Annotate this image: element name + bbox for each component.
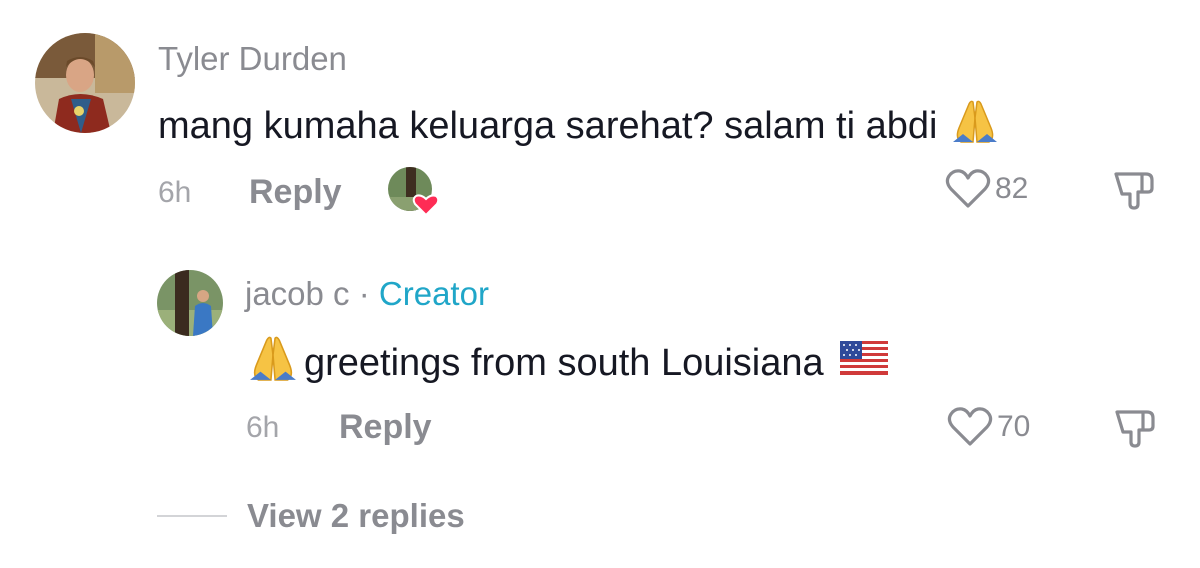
reply-like-count: 70 bbox=[997, 410, 1031, 443]
us-flag-emoji-icon bbox=[839, 341, 888, 385]
reply-author[interactable]: jacob c bbox=[245, 275, 350, 312]
separator-dot: · bbox=[358, 275, 370, 312]
avatar-jacob-c[interactable] bbox=[157, 270, 223, 336]
creator-badge: Creator bbox=[378, 275, 489, 312]
thumbs-down-icon bbox=[1115, 410, 1155, 448]
avatar-tyler-durden[interactable] bbox=[35, 33, 135, 133]
folded-hands-emoji-icon bbox=[246, 334, 300, 392]
folded-hands-emoji-icon bbox=[951, 98, 999, 154]
comment-dislike-button[interactable] bbox=[1112, 170, 1156, 217]
comment-text: mang kumaha keluarga sarehat? salam ti a… bbox=[158, 104, 938, 147]
view-replies-label: View 2 replies bbox=[247, 497, 465, 534]
reply-like-button[interactable]: 70 bbox=[947, 406, 1030, 448]
thumbs-down-icon bbox=[1114, 172, 1154, 210]
divider-line bbox=[157, 515, 227, 517]
comment-like-count: 82 bbox=[995, 172, 1029, 205]
view-replies-button[interactable]: View 2 replies bbox=[157, 497, 465, 535]
heart-outline-icon bbox=[947, 407, 993, 446]
reply-author-line: jacob c · Creator bbox=[245, 275, 489, 313]
comment-reply-button[interactable]: Reply bbox=[249, 173, 342, 212]
comment-text-row: mang kumaha keluarga sarehat? salam ti a… bbox=[158, 98, 999, 154]
comment-timestamp: 6h bbox=[158, 176, 192, 209]
comment-like-button[interactable]: 82 bbox=[945, 168, 1028, 210]
comment-author[interactable]: Tyler Durden bbox=[158, 40, 347, 78]
reply-timestamp: 6h bbox=[246, 411, 280, 444]
reply-reply-button[interactable]: Reply bbox=[339, 408, 432, 447]
heart-outline-icon bbox=[945, 169, 991, 208]
reply-dislike-button[interactable] bbox=[1113, 408, 1157, 455]
reply-text: greetings from south Louisiana bbox=[304, 341, 824, 384]
creator-liked-avatar bbox=[388, 167, 440, 219]
reply-text-row: greetings from south Louisiana bbox=[246, 334, 888, 392]
heart-badge-icon bbox=[412, 194, 440, 217]
